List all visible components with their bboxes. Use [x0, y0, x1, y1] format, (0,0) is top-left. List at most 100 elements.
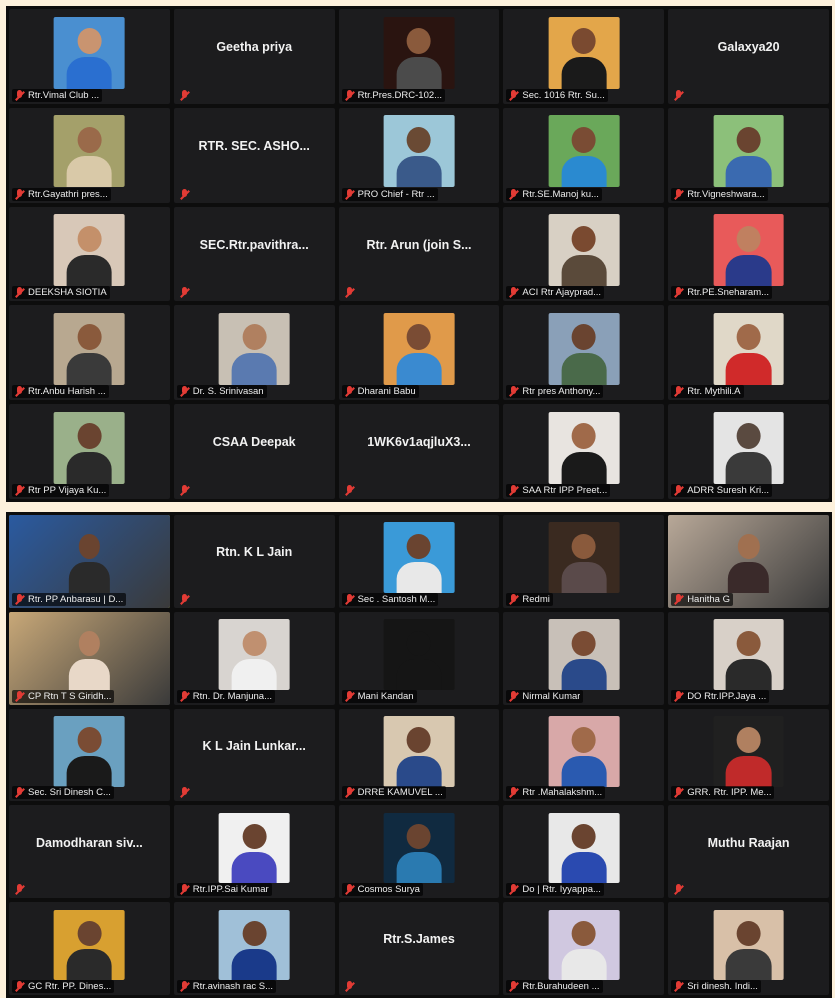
participant-name-label: Redmi	[522, 593, 550, 605]
mic-muted-icon	[508, 89, 519, 101]
participant-tile[interactable]: GRR. Rtr. IPP. Me...	[668, 708, 829, 802]
mic-muted-icon	[508, 593, 519, 605]
participant-name-large: Rtn. K L Jain	[216, 545, 293, 560]
participant-tile[interactable]: Rtr.Burahudeen ...	[503, 902, 665, 995]
participant-tile[interactable]: Damodharan siv...	[9, 805, 170, 899]
participant-tile[interactable]: Hanitha G	[668, 515, 829, 608]
participant-name-label: Rtr.Anbu Harish ...	[28, 386, 106, 398]
participant-tile[interactable]: Rtr.avinash rac S...	[173, 902, 335, 995]
zoom-gallery-screenshot-2: Rtr. PP Anbarasu | D... Rtn. K L Jain Sec …	[6, 512, 832, 998]
profile-photo	[383, 619, 455, 690]
profile-photo	[713, 115, 784, 188]
participant-caption: Rtr. PP Anbarasu | D...	[12, 592, 127, 606]
mic-muted-icon	[14, 188, 25, 200]
participant-name-large: SEC.Rtr.pavithra...	[199, 237, 309, 252]
participant-caption: Cosmos Surya	[341, 883, 423, 897]
participant-tile[interactable]: K L Jain Lunkar...	[173, 708, 335, 802]
mic-muted-icon	[179, 485, 190, 496]
participant-name-label: Rtr.SE.Manoj ku...	[522, 188, 599, 200]
participant-caption	[342, 484, 361, 497]
participant-tile[interactable]: Rtr. Arun (join S...	[338, 206, 500, 302]
participant-tile[interactable]: SEC.Rtr.pavithra...	[173, 206, 335, 302]
participant-tile[interactable]: Redmi	[503, 515, 665, 608]
participant-tile[interactable]: Rtr.Pres.DRC-102...	[338, 9, 500, 104]
participant-tile[interactable]: Rtr.Vimal Club ...	[9, 9, 170, 104]
participant-tile[interactable]: Dr. S. Srinivasan	[173, 305, 335, 401]
profile-photo	[218, 812, 290, 884]
participant-caption: Rtr.Vimal Club ...	[12, 88, 103, 102]
profile-photo	[54, 716, 125, 787]
participant-tile[interactable]: Rtn. K L Jain	[173, 515, 335, 608]
profile-photo	[713, 909, 784, 981]
participant-tile[interactable]: ADRR Suresh Kri...	[668, 404, 829, 499]
profile-photo	[54, 214, 125, 287]
participant-tile[interactable]: Sri dinesh. Indi...	[668, 902, 829, 995]
participant-name-label: Rtr.Vimal Club ...	[28, 89, 100, 101]
participant-tile[interactable]: Cosmos Surya	[338, 805, 500, 899]
participant-tile[interactable]: Nirmal Kumar	[503, 611, 665, 705]
participant-name-label: Cosmos Surya	[357, 884, 420, 896]
participant-tile[interactable]: ACI Rtr Ajayprad...	[503, 206, 665, 302]
participant-tile[interactable]: Mani Kandan	[338, 611, 500, 705]
participant-tile[interactable]: Rtr. PP Anbarasu | D...	[9, 515, 170, 608]
participant-name-label: Mani Kandan	[357, 690, 414, 702]
participant-caption: Sec . Santosh M...	[341, 592, 439, 606]
participant-name-label: Sec. 1016 Rtr. Su...	[522, 89, 605, 101]
participant-tile[interactable]: DRRE KAMUVEL ...	[338, 708, 500, 802]
participant-tile[interactable]: Rtn. Dr. Manjuna...	[173, 611, 335, 705]
profile-photo	[383, 312, 455, 385]
participant-tile[interactable]: Rtr.Anbu Harish ...	[9, 305, 170, 401]
participant-tile[interactable]: Rtr.Vigneshwara...	[668, 107, 829, 203]
participant-tile[interactable]: Dharani Babu	[338, 305, 500, 401]
participant-tile[interactable]: Rtr.SE.Manoj ku...	[503, 107, 665, 203]
participant-tile[interactable]: Rtr.S.James	[338, 902, 500, 995]
profile-photo	[54, 909, 125, 981]
participant-tile[interactable]: 1WK6v1aqjluX3...	[338, 404, 500, 499]
profile-photo	[383, 522, 455, 593]
participant-tile[interactable]: Sec. Sri Dinesh C...	[9, 708, 170, 802]
mic-muted-icon	[179, 690, 190, 702]
mic-muted-icon	[508, 386, 519, 397]
participant-caption: CP Rtn T S Giridh...	[12, 689, 115, 703]
participant-name-label: Rtr.avinash rac S...	[192, 981, 274, 992]
participant-tile[interactable]: Muthu Raajan	[668, 805, 829, 899]
participant-tile[interactable]: Geetha priya	[173, 9, 335, 104]
participant-name-label: Rtr. Mythili.A	[687, 386, 741, 398]
participant-caption	[671, 89, 690, 102]
mic-muted-icon	[344, 287, 355, 298]
participant-tile[interactable]: SAA Rtr IPP Preet...	[503, 404, 665, 499]
participant-tile[interactable]: PRO Chief - Rtr ...	[338, 107, 500, 203]
participant-tile[interactable]: Rtr.PE.Sneharam...	[668, 206, 829, 302]
participant-tile[interactable]: Do | Rtr. Iyyappa...	[503, 805, 665, 899]
mic-muted-icon	[179, 593, 190, 605]
participant-tile[interactable]: Rtr.Gayathri pres...	[9, 107, 170, 203]
participant-name-label: DO Rtr.IPP.Jaya ...	[687, 690, 767, 702]
profile-photo	[383, 716, 455, 787]
mic-muted-icon	[508, 188, 519, 200]
mic-muted-icon	[673, 690, 684, 702]
participant-tile[interactable]: GC Rtr. PP. Dines...	[9, 902, 170, 995]
participant-caption: Rtr.Vigneshwara...	[671, 187, 768, 201]
participant-caption: Rtr.avinash rac S...	[176, 980, 277, 993]
profile-photo	[218, 909, 290, 981]
participant-tile[interactable]: CSAA Deepak	[173, 404, 335, 499]
mic-muted-icon	[344, 485, 355, 496]
participant-tile[interactable]: Rtr pres Anthony...	[503, 305, 665, 401]
participant-tile[interactable]: Rtr PP Vijaya Ku...	[9, 404, 170, 499]
participant-tile[interactable]: Rtr.IPP.Sai Kumar	[173, 805, 335, 899]
participant-tile[interactable]: DEEKSHA SIOTIA	[9, 206, 170, 302]
participant-tile[interactable]: Sec . Santosh M...	[338, 515, 500, 608]
participant-tile[interactable]: DO Rtr.IPP.Jaya ...	[668, 611, 829, 705]
mic-muted-icon	[508, 981, 519, 992]
participant-tile[interactable]: RTR. SEC. ASHO...	[173, 107, 335, 203]
participant-tile[interactable]: Rtr. Mythili.A	[668, 305, 829, 401]
profile-photo	[383, 115, 455, 188]
participant-tile[interactable]: CP Rtn T S Giridh...	[9, 611, 170, 705]
participant-tile[interactable]: Galaxya20	[668, 9, 829, 104]
participant-tile[interactable]: Sec. 1016 Rtr. Su...	[503, 9, 665, 104]
profile-photo	[713, 214, 784, 287]
mic-muted-icon	[14, 386, 25, 397]
participant-tile[interactable]: Rtr .Mahalakshm...	[503, 708, 665, 802]
profile-photo	[383, 16, 455, 89]
profile-photo	[713, 411, 784, 484]
